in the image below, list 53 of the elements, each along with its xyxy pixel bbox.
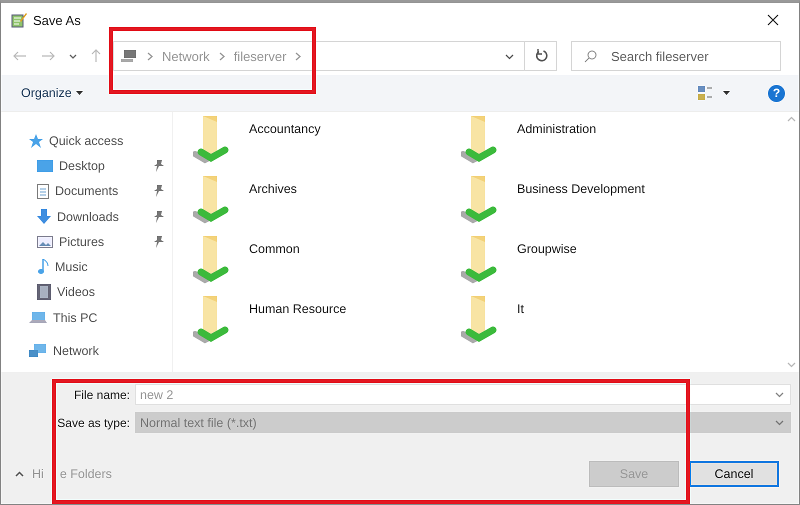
notepad-icon [11,12,27,28]
refresh-button[interactable] [525,41,557,71]
recent-dropdown-icon[interactable] [69,54,77,58]
computer-icon [120,49,138,63]
sidebar-item[interactable]: Documents [1,178,172,204]
pin-icon[interactable] [154,210,164,223]
download-arrow-icon [37,209,51,224]
folder-item[interactable]: It [461,294,784,354]
sidebar-item[interactable]: Downloads [1,204,172,230]
folder-item[interactable]: Business Development [461,174,784,234]
folder-item[interactable]: Common [193,234,461,294]
film-icon [37,284,51,300]
pin-icon[interactable] [154,236,164,248]
music-note-icon [37,259,49,276]
network-icon [29,344,47,358]
sidebar-item[interactable]: Quick access [1,128,172,154]
help-button[interactable]: ? [768,84,785,102]
sidebar-item[interactable]: Videos [1,280,172,306]
chevron-up-icon[interactable] [15,471,24,477]
laptop-icon [29,310,47,325]
chevron-icon[interactable] [218,52,225,60]
sidebar-item[interactable]: Desktop [1,153,172,179]
folder-item[interactable]: Archives [193,174,461,234]
chevron-icon[interactable] [147,52,153,60]
window-title: Save As [33,12,82,28]
desktop-icon [37,160,53,172]
caret-icon[interactable] [76,91,83,95]
field-label: File name: [72,388,131,402]
view-options-icon[interactable] [697,85,713,101]
pin-icon[interactable] [154,160,164,172]
document-icon [37,184,49,199]
dropdown-chevron-icon[interactable] [775,392,784,398]
sidebar-item[interactable]: Network [1,338,172,364]
organize-menu[interactable]: Organize [15,82,89,104]
chevron-icon[interactable] [295,52,302,60]
folder-item[interactable]: Groupwise [461,234,784,294]
close-icon[interactable] [767,14,779,26]
folder-item[interactable]: Accountancy [193,114,461,174]
picture-icon [37,236,53,248]
folder-item[interactable]: Human Resource [193,294,461,354]
cancel-button[interactable]: Cancel [689,461,779,487]
sidebar-item[interactable]: Pictures [1,229,172,254]
sidebar-item[interactable]: This PC [1,305,172,330]
refresh-icon[interactable] [534,49,548,63]
pin-icon[interactable] [154,185,164,198]
search-field[interactable]: Search fileserver [571,41,781,71]
sidebar-item[interactable]: Music [1,254,172,280]
dropdown-chevron-icon[interactable] [505,54,514,60]
star-icon [29,134,43,148]
folder-item[interactable]: Administration [461,114,784,174]
caret-icon[interactable] [723,91,730,95]
field-label: Save as type: [56,416,131,430]
search-icon [584,50,597,62]
